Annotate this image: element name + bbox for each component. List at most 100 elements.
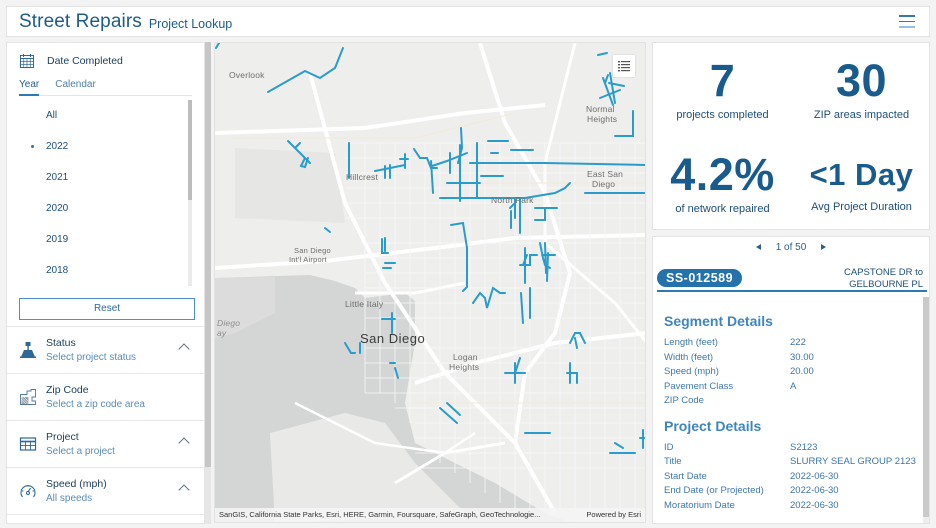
field-key: Pavement Class <box>664 380 734 392</box>
stat-label: of network repaired <box>675 203 770 215</box>
filter-panel: Date Completed Year Calendar All 2022 20… <box>6 42 205 524</box>
field-value: S2123 <box>790 441 818 453</box>
filter-zip-code[interactable]: Zip Code Select a zip code area <box>7 374 204 421</box>
stat-network-repaired: 4.2% of network repaired <box>653 149 792 216</box>
chevron-up-icon[interactable] <box>178 437 190 449</box>
repair-segment <box>381 237 389 254</box>
stat-label: Avg Project Duration <box>811 201 912 213</box>
field-value: SLURRY SEAL GROUP 2123 <box>790 456 916 467</box>
year-option-2020[interactable]: 2020 <box>19 193 192 224</box>
app-subtitle: Project Lookup <box>148 16 233 31</box>
year-label: 2021 <box>46 172 69 183</box>
segment-field-row: Speed (mph) 20.00 <box>664 365 919 380</box>
map-label-logan-heights-1: Logan <box>453 352 478 362</box>
date-tabs: Year Calendar <box>19 77 192 96</box>
zip-map-icon <box>20 389 36 405</box>
filter-speed[interactable]: Speed (mph) All speeds <box>7 468 204 515</box>
repair-segment <box>324 227 331 233</box>
repair-segment <box>614 110 634 137</box>
year-option-2022[interactable]: 2022 <box>19 131 192 162</box>
year-label: 2020 <box>46 203 69 214</box>
map-label-little-italy: Little Italy <box>345 299 384 309</box>
map-label-bay-1: Diego <box>217 318 241 328</box>
repair-segment <box>597 52 608 56</box>
map-label-overlook: Overlook <box>229 70 265 80</box>
reset-button[interactable]: Reset <box>19 298 195 320</box>
segment-field-row: Length (feet) 222 <box>664 336 919 351</box>
field-key: Title <box>664 456 682 467</box>
details-body: Segment Details Length (feet) 222 Width (… <box>664 313 919 513</box>
map-label-north-park: North Park <box>491 195 534 205</box>
repair-segment <box>604 74 609 84</box>
stat-label: ZIP areas impacted <box>813 109 910 121</box>
repair-segment <box>450 221 468 292</box>
year-list-scroll-thumb[interactable] <box>188 100 192 200</box>
field-value: 2022-06-30 <box>790 485 839 496</box>
hamburger-menu-icon[interactable] <box>899 15 915 29</box>
app-header: Street Repairs Project Lookup <box>6 6 930 37</box>
stat-zip-areas: 30 ZIP areas impacted <box>792 57 931 122</box>
field-key: ID <box>664 441 674 453</box>
details-scroll-thumb[interactable] <box>923 297 929 517</box>
repair-segment <box>469 162 645 166</box>
year-label: 2019 <box>46 234 69 245</box>
chevron-up-icon[interactable] <box>178 343 190 355</box>
segment-details-heading: Segment Details <box>664 313 773 329</box>
filter-panel-scrollbar[interactable] <box>205 42 211 524</box>
status-title: Status <box>46 337 76 349</box>
repair-segment <box>446 140 509 199</box>
map-view[interactable]: Overlook Normal Heights Hillcrest East S… <box>214 42 646 523</box>
year-option-2021[interactable]: 2021 <box>19 162 192 193</box>
project-field-row: End Date (or Projected) 2022-06-30 <box>664 484 919 499</box>
year-option-2019[interactable]: 2019 <box>19 224 192 255</box>
field-key: Start Date <box>664 470 707 482</box>
previous-arrow-icon[interactable] <box>755 244 761 250</box>
stat-value: 7 <box>709 55 736 106</box>
filter-project[interactable]: Project Select a project <box>7 421 204 468</box>
field-value: 2022-06-30 <box>790 470 839 482</box>
year-option-2018[interactable]: 2018 <box>19 255 192 286</box>
attribution-text[interactable]: SanGIS, California State Parks, Esri, HE… <box>219 510 540 519</box>
project-title: Project <box>46 431 79 443</box>
field-key: Width (feet) <box>664 351 714 363</box>
map-label-airport-2: Int'l Airport <box>289 255 327 264</box>
selected-dot-icon <box>31 145 34 148</box>
stat-value: <1 Day <box>809 157 914 192</box>
repair-segment <box>439 402 461 424</box>
segment-location-line1: CAPSTONE DR to <box>843 267 923 278</box>
project-field-row: Title SLURRY SEAL GROUP 2123 <box>664 455 919 470</box>
stat-value: 4.2% <box>670 149 775 200</box>
map-label-san-diego: San Diego <box>360 331 426 346</box>
repair-segment <box>382 262 396 269</box>
segment-field-row: Width (feet) 30.00 <box>664 351 919 366</box>
details-scrollbar[interactable] <box>923 297 929 523</box>
field-value: 2022-06-30 <box>790 499 839 511</box>
tab-year[interactable]: Year <box>19 77 40 96</box>
segment-header: SS-012589 CAPSTONE DR to GELBOURNE PL <box>657 267 927 292</box>
project-field-row: Moratorium Date 2022-06-30 <box>664 499 919 514</box>
repair-segment <box>566 362 578 384</box>
filter-panel-scroll-thumb[interactable] <box>205 42 211 467</box>
stat-label: projects completed <box>676 109 769 121</box>
tab-calendar[interactable]: Calendar <box>55 77 96 95</box>
zip-code-title: Zip Code <box>46 384 89 396</box>
powered-by-esri[interactable]: Powered by Esri <box>586 508 641 522</box>
project-details-heading: Project Details <box>664 417 762 434</box>
repair-segment <box>519 254 538 266</box>
field-value: 30.00 <box>790 351 814 363</box>
map-label-normal-heights-1: Normal <box>586 104 615 114</box>
year-option-all[interactable]: All <box>19 100 192 131</box>
legend-list-glyph <box>618 61 630 72</box>
date-completed-filter: Date Completed Year Calendar All 2022 20… <box>7 43 204 327</box>
project-field-row: ID S2123 <box>664 441 919 456</box>
chevron-up-icon[interactable] <box>178 484 190 496</box>
app-title: Street Repairs <box>19 10 142 32</box>
legend-list-icon[interactable] <box>613 55 635 77</box>
next-arrow-icon[interactable] <box>821 244 827 250</box>
year-list-scrollbar[interactable] <box>188 100 192 286</box>
field-key: Length (feet) <box>664 337 718 348</box>
filter-status[interactable]: Status Select project status <box>7 327 204 374</box>
year-label: All <box>46 110 58 121</box>
pager: 1 of 50 <box>653 242 929 253</box>
stats-panel: 7 projects completed 30 ZIP areas impact… <box>652 42 930 230</box>
